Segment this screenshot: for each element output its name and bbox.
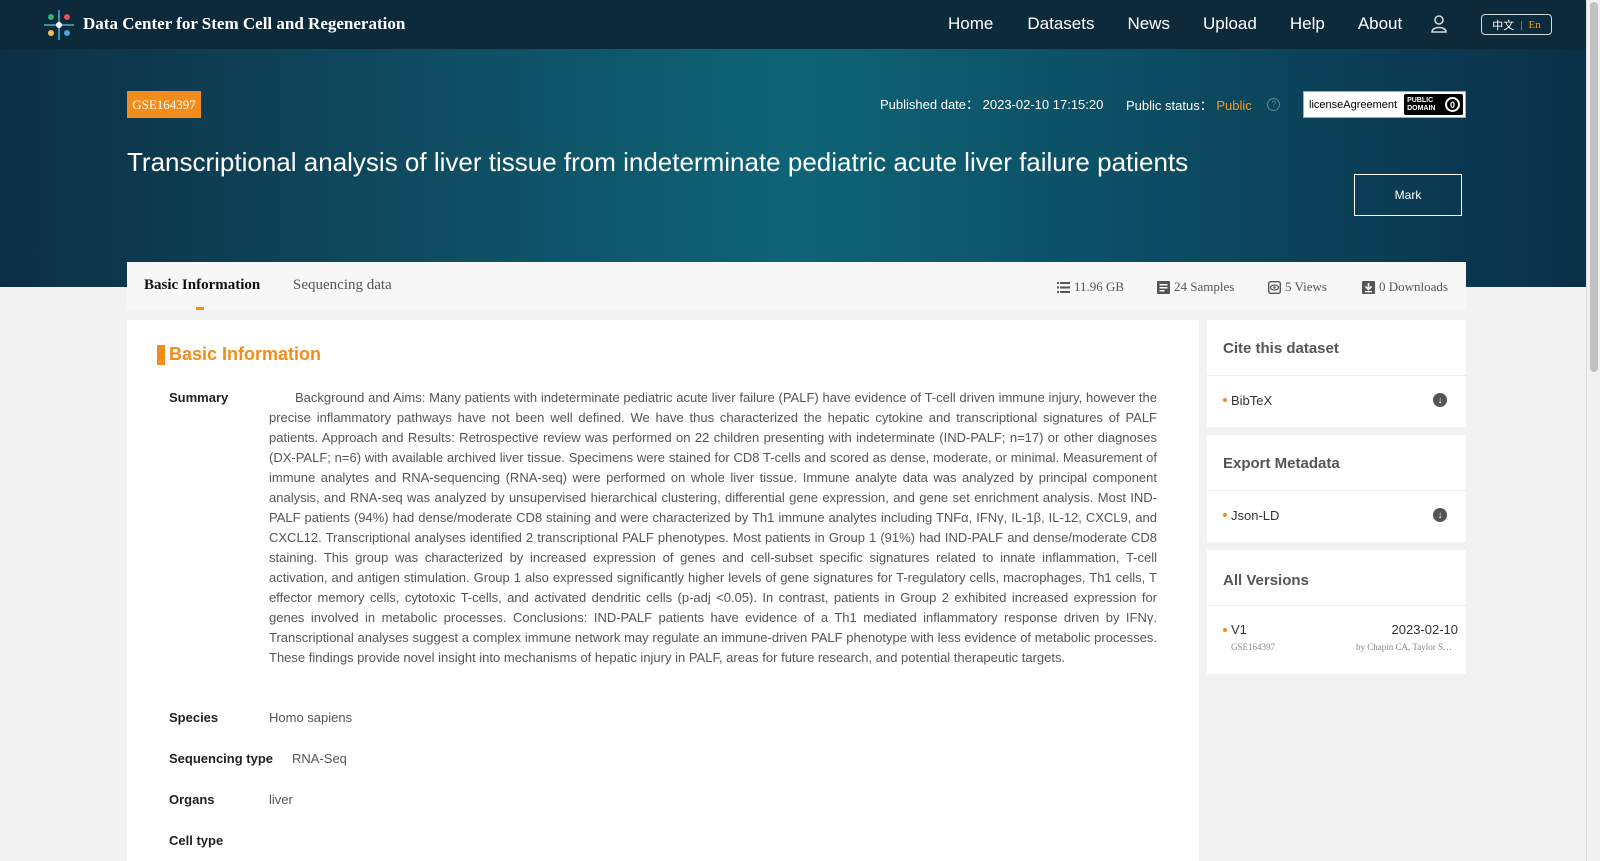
species-label: Species bbox=[169, 710, 219, 725]
bibtex-label[interactable]: BibTeX bbox=[1231, 393, 1272, 408]
license-text[interactable]: licenseAgreement bbox=[1309, 99, 1397, 111]
stat-samples: 24 Samples bbox=[1157, 279, 1234, 295]
page-scrollbar[interactable] bbox=[1586, 0, 1600, 861]
downloads-icon bbox=[1362, 280, 1375, 294]
export-card: Export Metadata Json-LD ↓ bbox=[1207, 435, 1466, 542]
list-icon bbox=[1057, 281, 1070, 293]
version-accession: GSE164397 bbox=[1231, 642, 1276, 652]
bullet-dot bbox=[1223, 628, 1227, 632]
organs-value: liver bbox=[269, 792, 293, 807]
stat-size-value: 11.96 GB bbox=[1074, 279, 1125, 294]
nav-links: Home Datasets News Upload Help About bbox=[948, 14, 1402, 34]
stat-size: 11.96 GB bbox=[1057, 279, 1124, 295]
accession-badge: GSE164397 bbox=[127, 91, 201, 118]
tab-sequencing-data[interactable]: Sequencing data bbox=[293, 277, 392, 294]
stat-views: 5 Views bbox=[1268, 279, 1327, 295]
jsonld-label[interactable]: Json-LD bbox=[1231, 508, 1279, 523]
bibtex-row[interactable]: BibTeX ↓ bbox=[1207, 376, 1466, 428]
logo-icon[interactable] bbox=[42, 8, 76, 42]
nav-upload[interactable]: Upload bbox=[1203, 14, 1257, 34]
organs-label: Organs bbox=[169, 792, 215, 807]
version-name[interactable]: V1 bbox=[1231, 622, 1247, 637]
views-icon bbox=[1268, 280, 1281, 294]
version-date: 2023-02-10 bbox=[1391, 622, 1459, 637]
section-marker bbox=[157, 345, 165, 365]
celltype-label: Cell type bbox=[169, 833, 224, 848]
version-authors: by Chapin CA, Taylor S… bbox=[1356, 642, 1452, 652]
download-circle-icon[interactable]: ↓ bbox=[1433, 393, 1447, 407]
lang-zh[interactable]: 中文 bbox=[1492, 17, 1514, 33]
site-brand[interactable]: Data Center for Stem Cell and Regenerati… bbox=[83, 14, 405, 34]
pd-line1: PUBLIC bbox=[1407, 96, 1434, 104]
export-title: Export Metadata bbox=[1207, 435, 1466, 491]
stat-downloads-value: 0 Downloads bbox=[1379, 279, 1448, 294]
status-value: Public bbox=[1216, 98, 1252, 113]
dataset-title: Transcriptional analysis of liver tissue… bbox=[127, 147, 1189, 177]
summary-text: Background and Aims: Many patients with … bbox=[269, 390, 1157, 665]
seqtype-value: RNA-Seq bbox=[292, 751, 347, 766]
nav-about[interactable]: About bbox=[1358, 14, 1402, 34]
seqtype-label: Sequencing type bbox=[169, 751, 274, 766]
summary-label: Summary bbox=[169, 390, 229, 405]
section-title: Basic Information bbox=[169, 344, 322, 364]
species-value: Homo sapiens bbox=[269, 710, 353, 725]
published-date: Published date： 2023-02-10 17:15:20 bbox=[880, 94, 1103, 113]
version-row[interactable]: V1 2023-02-10 GSE164397 by Chapin CA, Ta… bbox=[1207, 606, 1466, 672]
nav-news[interactable]: News bbox=[1127, 14, 1170, 34]
cite-title: Cite this dataset bbox=[1207, 320, 1466, 376]
status-label: Public status： bbox=[1126, 98, 1213, 113]
pd-line2: DOMAIN bbox=[1407, 104, 1436, 112]
jsonld-row[interactable]: Json-LD ↓ bbox=[1207, 491, 1466, 543]
nav-help[interactable]: Help bbox=[1290, 14, 1325, 34]
published-value: 2023-02-10 17:15:20 bbox=[982, 97, 1104, 112]
samples-icon bbox=[1157, 280, 1170, 294]
stat-samples-value: 24 Samples bbox=[1174, 279, 1235, 294]
versions-title: All Versions bbox=[1207, 550, 1466, 606]
cite-card: Cite this dataset BibTeX ↓ bbox=[1207, 320, 1466, 427]
tab-bar: Basic Information Sequencing data 11.96 … bbox=[127, 262, 1466, 310]
stat-views-value: 5 Views bbox=[1285, 279, 1327, 294]
lang-separator: | bbox=[1520, 18, 1523, 31]
public-domain-badge[interactable]: PUBLIC DOMAIN 0 bbox=[1404, 94, 1464, 115]
basic-information-card: Basic Information Summary Background and… bbox=[127, 320, 1199, 861]
versions-card: All Versions V1 2023-02-10 GSE164397 by … bbox=[1207, 550, 1466, 674]
published-label: Published date： bbox=[880, 97, 980, 112]
nav-datasets[interactable]: Datasets bbox=[1027, 14, 1094, 34]
bullet-dot bbox=[1223, 398, 1227, 402]
bullet-dot bbox=[1223, 513, 1227, 517]
download-circle-icon[interactable]: ↓ bbox=[1433, 508, 1447, 522]
tab-basic-information[interactable]: Basic Information bbox=[144, 277, 260, 294]
mark-button[interactable]: Mark bbox=[1354, 174, 1462, 216]
help-icon[interactable]: ? bbox=[1267, 98, 1281, 111]
user-icon[interactable] bbox=[1431, 15, 1447, 33]
stat-downloads: 0 Downloads bbox=[1362, 279, 1448, 295]
zero-circle-icon: 0 bbox=[1445, 97, 1461, 112]
nav-home[interactable]: Home bbox=[948, 14, 993, 34]
public-status: Public status： Public ? bbox=[1126, 95, 1281, 114]
active-tab-indicator bbox=[196, 307, 204, 310]
language-switch: 中文 | En bbox=[1481, 14, 1552, 35]
lang-en[interactable]: En bbox=[1528, 19, 1540, 31]
license-agreement[interactable]: licenseAgreement PUBLIC DOMAIN 0 bbox=[1303, 91, 1466, 118]
top-navbar: Data Center for Stem Cell and Regenerati… bbox=[0, 0, 1586, 49]
scrollbar-thumb[interactable] bbox=[1590, 2, 1598, 372]
